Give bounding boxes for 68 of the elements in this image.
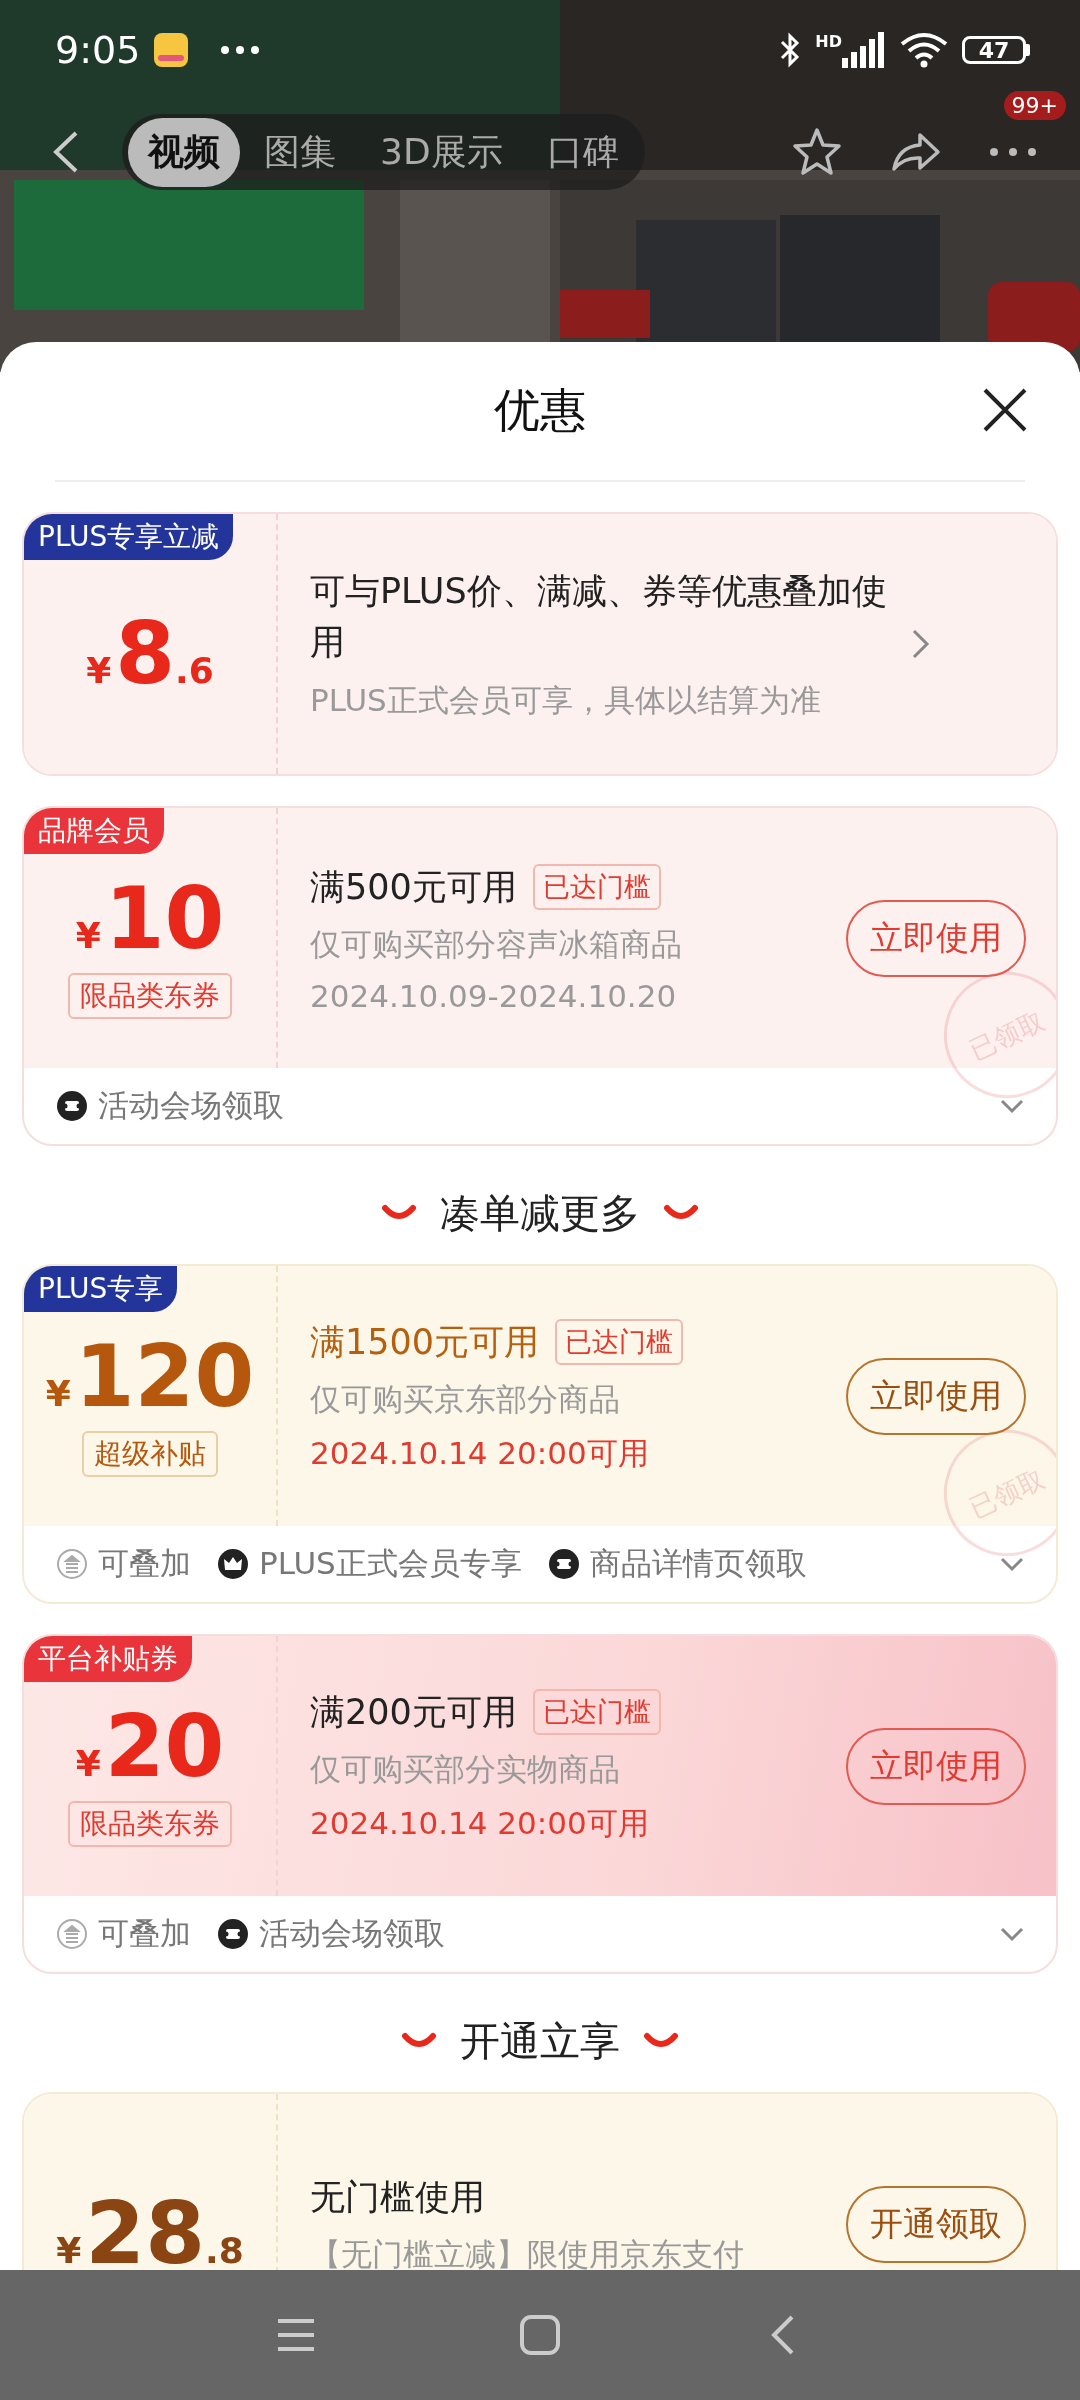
- coupon-source: 可叠加: [98, 1544, 191, 1583]
- stack-icon: [56, 1918, 88, 1950]
- chevron-down-icon[interactable]: [998, 1097, 1026, 1115]
- stack-icon: [56, 1548, 88, 1580]
- chevron-down-icon[interactable]: [998, 1555, 1026, 1573]
- bluetooth-icon: [779, 32, 802, 68]
- coupon-description: 仅可购买京东部分商品: [310, 1380, 621, 1420]
- threshold-label: 已达门槛: [555, 1319, 684, 1365]
- coupon-title: 满1500元可用: [310, 1320, 540, 1364]
- coupon-amount: ¥28.8: [56, 2190, 244, 2276]
- coupon-date: 2024.10.14 20:00可用: [310, 1434, 650, 1474]
- crown-icon: [217, 1548, 249, 1580]
- coupon-tag: 品牌会员: [24, 808, 164, 854]
- clock-time: 9:05: [55, 28, 141, 72]
- ticket-icon: [217, 1918, 249, 1950]
- coupon-title: 可与PLUS价、满减、券等优惠叠加使用: [310, 570, 888, 664]
- ticket-icon: [56, 1090, 88, 1122]
- chevron-right-icon[interactable]: [910, 627, 932, 661]
- coupon-source: 活动会场领取: [98, 1086, 284, 1125]
- coupon-source: 商品详情页领取: [589, 1544, 807, 1583]
- use-button[interactable]: 立即使用: [846, 899, 1026, 977]
- section-heading: 凑单减更多: [440, 1188, 640, 1238]
- battery-indicator: 47: [962, 36, 1026, 64]
- home-icon[interactable]: [518, 2313, 562, 2357]
- coupon-source: 可叠加: [98, 1914, 191, 1953]
- coupon-description: 仅可购买部分容声冰箱商品: [310, 925, 683, 965]
- coupon-amount: ¥120: [45, 1333, 255, 1419]
- coupon-title: 无门槛使用: [310, 2175, 485, 2219]
- coupon-date: 2024.10.14 20:00可用: [310, 1804, 650, 1844]
- section-heading: 开通立享: [460, 2016, 620, 2066]
- curve-icon: [664, 1204, 698, 1222]
- tab[interactable]: 图集: [244, 117, 356, 187]
- coupon-date: 2024.10.09-2024.10.20: [310, 978, 678, 1015]
- network-label: HD: [815, 32, 842, 51]
- coupon-amount: ¥10: [75, 875, 225, 961]
- threshold-label: 已达门槛: [532, 1689, 661, 1735]
- coupon-title: 满200元可用: [310, 1690, 517, 1734]
- coupon-type-label: 超级补贴: [82, 1431, 218, 1477]
- coupon-tag: 平台补贴券: [24, 1636, 192, 1682]
- app-icon: [154, 33, 189, 67]
- curve-icon: [644, 2032, 678, 2050]
- curve-icon: [382, 1204, 416, 1222]
- coupon-description: 仅可购买部分实物商品: [310, 1750, 621, 1790]
- threshold-label: 已达门槛: [532, 864, 661, 910]
- coupon-type-label: 限品类东券: [68, 1801, 232, 1847]
- close-icon[interactable]: [981, 386, 1029, 434]
- coupon-description: PLUS正式会员可享，具体以结算为准: [310, 680, 822, 720]
- coupon-source: PLUS正式会员专享: [259, 1544, 522, 1583]
- use-button[interactable]: 立即使用: [846, 1357, 1026, 1435]
- tab[interactable]: 3D展示: [360, 117, 523, 187]
- more-icon: [220, 45, 261, 55]
- ticket-icon: [547, 1548, 580, 1580]
- coupon-description: 【无门槛立减】限使用京东支付: [310, 2235, 745, 2275]
- coupon-tag: PLUS专享: [24, 1266, 178, 1312]
- wifi-icon: [900, 32, 948, 68]
- coupon-type-label: 限品类东券: [68, 973, 232, 1019]
- curve-icon: [402, 2032, 436, 2050]
- chevron-down-icon[interactable]: [998, 1925, 1026, 1943]
- coupon-title: 满500元可用: [310, 865, 517, 909]
- coupon-source: 活动会场领取: [259, 1914, 445, 1953]
- tab[interactable]: 视频: [128, 117, 240, 187]
- coupon-amount: ¥8.6: [86, 610, 214, 696]
- signal-icon: [842, 32, 886, 68]
- coupon-tag: PLUS专享立减: [24, 514, 234, 560]
- use-button[interactable]: 开通领取: [846, 2185, 1026, 2263]
- sheet-title: 优惠: [494, 382, 586, 439]
- coupon-amount: ¥20: [75, 1703, 225, 1789]
- tab[interactable]: 口碑: [526, 117, 639, 187]
